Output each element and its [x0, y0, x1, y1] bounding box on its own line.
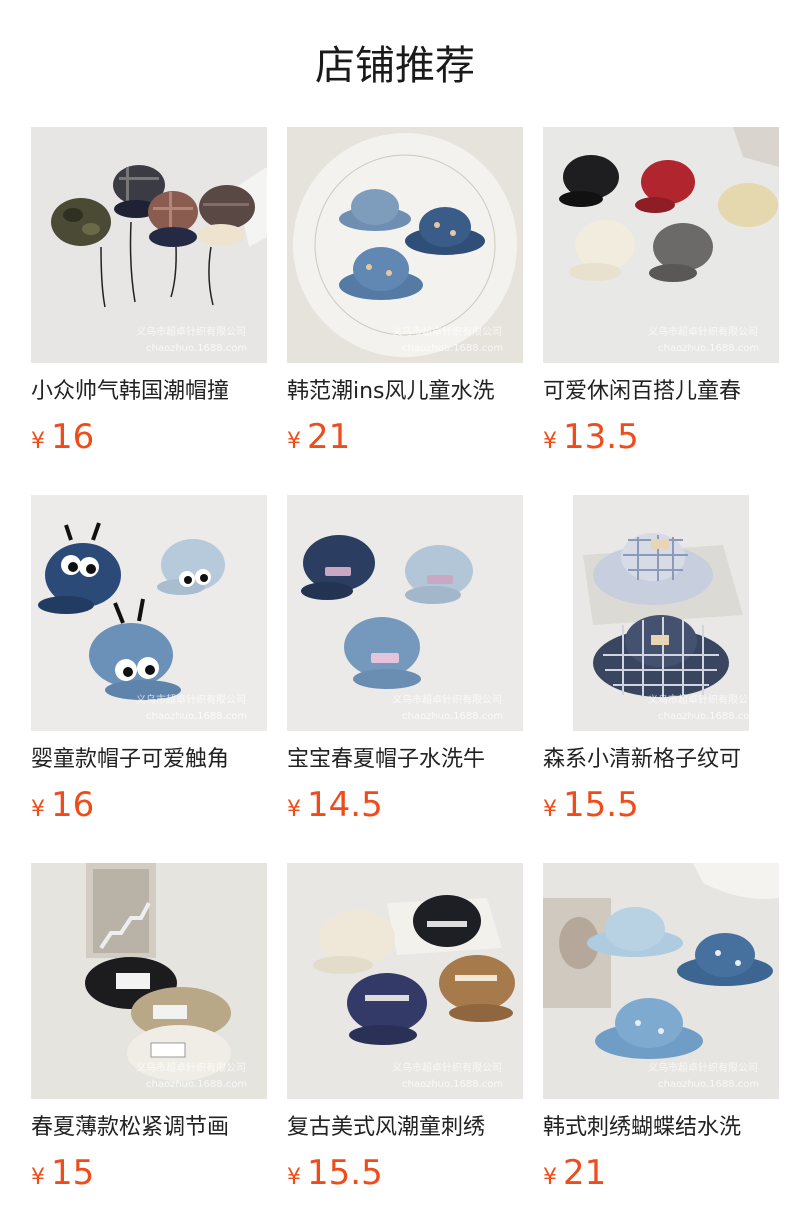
svg-text:chaozhuo.1688.com: chaozhuo.1688.com [658, 1079, 759, 1090]
product-price: ¥15 [31, 1151, 94, 1195]
price-value: 14.5 [307, 785, 383, 825]
product-title[interactable]: 宝宝春夏帽子水洗牛 [287, 745, 523, 775]
product-price: ¥16 [31, 415, 94, 459]
svg-text:chaozhuo.1688.com: chaozhuo.1688.com [658, 343, 759, 354]
product-price: ¥14.5 [287, 783, 383, 827]
product-image[interactable]: 义乌市超卓针织有限公司 chaozhuo.1688.com [287, 863, 523, 1099]
currency-symbol: ¥ [543, 797, 557, 822]
currency-symbol: ¥ [287, 797, 301, 822]
washed-denim-caps-icon: 义乌市超卓针织有限公司 chaozhuo.1688.com [287, 495, 523, 731]
price-value: 21 [307, 417, 351, 457]
embroidered-baseball-caps-icon: 义乌市超卓针织有限公司 chaozhuo.1688.com [543, 127, 779, 363]
svg-text:义乌市超卓针织有限公司: 义乌市超卓针织有限公司 [648, 1061, 758, 1074]
currency-symbol: ¥ [287, 429, 301, 454]
svg-text:chaozhuo.1688.com: chaozhuo.1688.com [146, 1079, 247, 1090]
price-value: 15 [51, 1153, 95, 1193]
currency-symbol: ¥ [31, 1165, 45, 1190]
product-price: ¥16 [31, 783, 94, 827]
product-price: ¥21 [287, 415, 350, 459]
camo-plaid-caps-icon: 义乌市超卓针织有限公司 chaozhuo.1688.com [31, 127, 267, 363]
denim-bucket-hats-icon: 义乌市超卓针织有限公司 chaozhuo.1688.com [287, 127, 523, 363]
svg-text:义乌市超卓针织有限公司: 义乌市超卓针织有限公司 [648, 693, 758, 706]
product-image[interactable]: 义乌市超卓针织有限公司 chaozhuo.1688.com [287, 495, 523, 731]
svg-text:义乌市超卓针织有限公司: 义乌市超卓针织有限公司 [392, 1061, 502, 1074]
price-value: 15.5 [563, 785, 639, 825]
currency-symbol: ¥ [287, 1165, 301, 1190]
product-price: ¥13.5 [543, 415, 639, 459]
product-title[interactable]: 复古美式风潮童刺绣 [287, 1113, 523, 1143]
currency-symbol: ¥ [31, 429, 45, 454]
product-title[interactable]: 小众帅气韩国潮帽撞 [31, 377, 267, 407]
price-value: 13.5 [563, 417, 639, 457]
svg-text:chaozhuo.1688.com: chaozhuo.1688.com [146, 711, 247, 722]
product-image[interactable]: 义乌市超卓针织有限公司 chaozhuo.1688.com [543, 863, 779, 1099]
product-price: ¥21 [543, 1151, 606, 1195]
price-value: 15.5 [307, 1153, 383, 1193]
currency-symbol: ¥ [31, 797, 45, 822]
product-title[interactable]: 婴童款帽子可爱触角 [31, 745, 267, 775]
page-title: 店铺推荐 [315, 43, 475, 89]
currency-symbol: ¥ [543, 429, 557, 454]
bow-denim-bucket-hats-icon: 义乌市超卓针织有限公司 chaozhuo.1688.com [543, 863, 779, 1099]
product-title[interactable]: 韩范潮ins风儿童水洗 [287, 377, 523, 407]
price-value: 21 [563, 1153, 607, 1193]
painter-berets-icon: 义乌市超卓针织有限公司 chaozhuo.1688.com [31, 863, 267, 1099]
antenna-eye-caps-icon: 义乌市超卓针织有限公司 chaozhuo.1688.com [31, 495, 267, 731]
svg-text:义乌市超卓针织有限公司: 义乌市超卓针织有限公司 [648, 325, 758, 338]
product-title[interactable]: 森系小清新格子纹可 [543, 745, 779, 775]
plaid-sun-hats-icon: 义乌市超卓针织有限公司 chaozhuo.1688.com [543, 495, 779, 731]
product-image[interactable]: 义乌市超卓针织有限公司 chaozhuo.1688.com [287, 127, 523, 363]
svg-text:义乌市超卓针织有限公司: 义乌市超卓针织有限公司 [392, 325, 502, 338]
product-title[interactable]: 可爱休闲百搭儿童春 [543, 377, 779, 407]
product-image[interactable]: 义乌市超卓针织有限公司 chaozhuo.1688.com [543, 495, 779, 731]
retro-flat-brim-caps-icon: 义乌市超卓针织有限公司 chaozhuo.1688.com [287, 863, 523, 1099]
product-price: ¥15.5 [543, 783, 639, 827]
svg-text:chaozhuo.1688.com: chaozhuo.1688.com [402, 343, 503, 354]
product-price: ¥15.5 [287, 1151, 383, 1195]
product-title[interactable]: 春夏薄款松紧调节画 [31, 1113, 267, 1143]
svg-text:chaozhuo.1688.com: chaozhuo.1688.com [402, 1079, 503, 1090]
svg-text:义乌市超卓针织有限公司: 义乌市超卓针织有限公司 [136, 693, 246, 706]
svg-text:义乌市超卓针织有限公司: 义乌市超卓针织有限公司 [136, 325, 246, 338]
svg-text:chaozhuo.1688.com: chaozhuo.1688.com [146, 343, 247, 354]
svg-text:义乌市超卓针织有限公司: 义乌市超卓针织有限公司 [136, 1061, 246, 1074]
product-image[interactable]: 义乌市超卓针织有限公司 chaozhuo.1688.com [543, 127, 779, 363]
product-image[interactable]: 义乌市超卓针织有限公司 chaozhuo.1688.com [31, 863, 267, 1099]
svg-text:chaozhuo.1688.com: chaozhuo.1688.com [402, 711, 503, 722]
svg-text:chaozhuo.1688.com: chaozhuo.1688.com [658, 711, 759, 722]
price-value: 16 [51, 417, 95, 457]
product-image[interactable]: 义乌市超卓针织有限公司 chaozhuo.1688.com [31, 495, 267, 731]
svg-text:义乌市超卓针织有限公司: 义乌市超卓针织有限公司 [392, 693, 502, 706]
price-value: 16 [51, 785, 95, 825]
product-image[interactable]: 义乌市超卓针织有限公司 chaozhuo.1688.com [31, 127, 267, 363]
product-title[interactable]: 韩式刺绣蝴蝶结水洗 [543, 1113, 779, 1143]
currency-symbol: ¥ [543, 1165, 557, 1190]
